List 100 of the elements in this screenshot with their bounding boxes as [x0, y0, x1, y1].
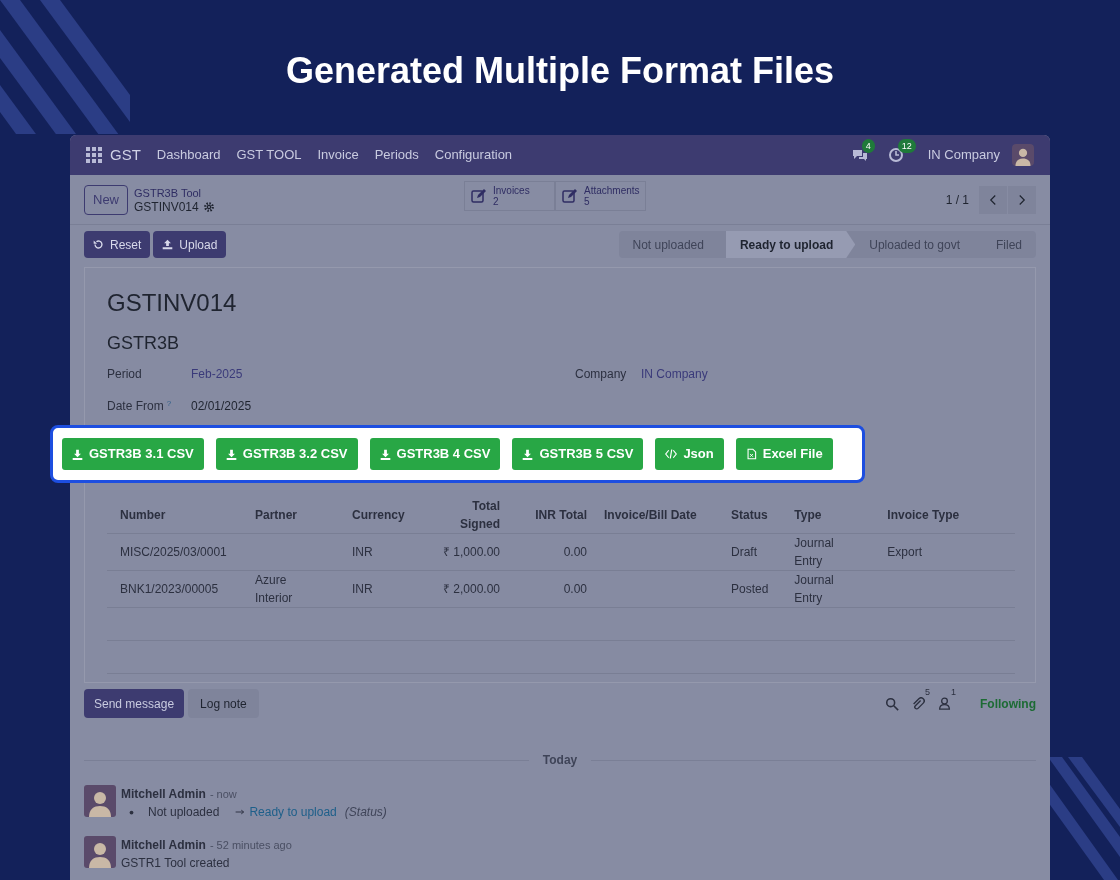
paperclip-icon — [910, 696, 925, 711]
export-button[interactable]: Excel File — [735, 438, 833, 470]
user-avatar-icon — [84, 785, 116, 817]
status-step[interactable]: Ready to upload — [725, 231, 856, 258]
clock-icon — [887, 147, 904, 163]
activity-count-badge: 12 — [897, 139, 916, 153]
status-step[interactable]: Not uploaded — [618, 231, 726, 258]
column-header[interactable]: Total Signed — [421, 497, 513, 534]
breadcrumb-link[interactable]: GSTR3B Tool — [134, 185, 215, 200]
next-button[interactable] — [1008, 185, 1036, 214]
field-value: 02/01/2025 — [191, 398, 252, 415]
table-cell: Export — [887, 545, 923, 559]
search-icon — [884, 696, 899, 711]
table-cell: Journal Entry — [794, 573, 834, 605]
smart-button-label: Invoices — [493, 185, 530, 196]
upload-icon — [162, 239, 174, 250]
file-icon — [745, 448, 757, 460]
action-button[interactable]: Upload — [153, 231, 227, 258]
field-link[interactable]: IN Company — [641, 365, 708, 383]
column-header[interactable]: Currency — [339, 497, 421, 534]
export-button[interactable]: GSTR3B 4 CSV — [369, 438, 501, 470]
smart-button[interactable]: Attachments 5 — [555, 181, 646, 211]
field-label: Company — [575, 366, 627, 383]
smart-button[interactable]: Invoices 2 — [464, 181, 555, 211]
gear-icon — [202, 200, 215, 213]
menu-item[interactable]: Periods — [374, 145, 419, 165]
log-note-button[interactable]: Log note — [188, 689, 259, 718]
export-button[interactable]: GSTR3B 5 CSV — [512, 438, 644, 470]
table-cell: INR — [352, 545, 373, 559]
person-icon — [938, 697, 951, 710]
record-name: GSTINV014 — [134, 199, 199, 214]
tracked-field: (Status) — [344, 803, 387, 821]
table-cell: Draft — [731, 545, 757, 559]
table-cell: Journal Entry — [794, 536, 834, 568]
edit-icon — [471, 188, 487, 204]
table-cell: INR — [352, 582, 373, 596]
bullet-icon — [129, 809, 134, 815]
table-cell: BNK1/2023/00005 — [120, 582, 219, 596]
record-title: GSTINV014 — [107, 288, 238, 318]
field-label: Date From — [107, 398, 164, 415]
code-icon — [665, 448, 678, 460]
smart-button-label: Attachments — [584, 185, 640, 196]
table-cell: ₹ 1,000.00 — [442, 545, 500, 559]
action-button[interactable]: Reset — [84, 231, 151, 258]
pager-value: 1 / 1 — [945, 191, 969, 209]
user-avatar-icon — [1012, 144, 1034, 166]
export-button[interactable]: Json — [655, 438, 724, 470]
app-grid-icon — [86, 147, 102, 163]
column-header[interactable]: Status — [718, 497, 782, 534]
author-name: Mitchell Admin — [121, 837, 206, 854]
status-step[interactable]: Uploaded to govt — [855, 231, 982, 258]
old-value: Not uploaded — [148, 804, 220, 821]
smart-button-count: 5 — [584, 196, 591, 207]
follower-count: 1 — [951, 687, 956, 697]
record-subtitle: GSTR3B — [107, 332, 181, 355]
following-button[interactable]: Following — [980, 694, 1036, 713]
column-header[interactable]: Invoice Type — [874, 497, 1015, 534]
column-header[interactable]: Invoice/Bill Date — [591, 497, 718, 534]
status-step[interactable]: Filed — [982, 231, 1036, 258]
field-label: Period — [107, 366, 142, 383]
table-cell: Azure Interior — [255, 573, 293, 605]
menu-item[interactable]: Dashboard — [156, 145, 221, 165]
message-body: GSTR1 Tool created — [121, 855, 231, 872]
download-icon — [225, 448, 237, 460]
column-header[interactable]: INR Total — [513, 497, 591, 534]
table-cell: Posted — [731, 582, 769, 596]
user-avatar-icon — [84, 836, 116, 868]
smart-button-count: 2 — [493, 196, 500, 207]
download-icon — [379, 448, 391, 460]
app-name[interactable]: GST — [110, 143, 141, 167]
column-header[interactable]: Type — [781, 497, 875, 534]
menu-item[interactable]: Configuration — [434, 145, 513, 165]
menu-item[interactable]: GST TOOL — [236, 145, 302, 165]
undo-icon — [93, 239, 104, 250]
previous-button[interactable] — [979, 185, 1007, 214]
menu-item[interactable]: Invoice — [317, 145, 359, 165]
attachment-count: 5 — [924, 687, 930, 697]
new-value: Ready to upload — [249, 804, 337, 821]
new-button[interactable]: New — [84, 184, 128, 215]
export-button[interactable]: GSTR3B 3.1 CSV — [62, 438, 204, 470]
table-cell: ₹ 2,000.00 — [442, 582, 500, 596]
download-icon — [72, 448, 83, 460]
message-count-badge: 4 — [861, 139, 875, 153]
chat-icon — [851, 147, 868, 163]
field-link[interactable]: Feb-2025 — [191, 365, 243, 383]
export-button[interactable]: GSTR3B 3.2 CSV — [215, 438, 358, 470]
download-icon — [522, 448, 534, 460]
page-headline: Generated Multiple Format Files — [284, 49, 836, 93]
date-separator: Today — [541, 752, 579, 769]
message-time: - 52 minutes ago — [209, 838, 292, 853]
send-message-button[interactable]: Send message — [84, 689, 185, 718]
table-cell: 0.00 — [563, 582, 587, 596]
column-header[interactable]: Partner — [242, 497, 339, 534]
column-header[interactable]: Number — [107, 497, 242, 534]
author-name: Mitchell Admin — [121, 786, 206, 803]
edit-icon — [562, 188, 578, 204]
message-time: - now — [209, 787, 237, 802]
company-switcher[interactable]: IN Company — [927, 145, 1000, 165]
table-cell: 0.00 — [563, 545, 587, 559]
table-cell: MISC/2025/03/0001 — [120, 545, 227, 559]
